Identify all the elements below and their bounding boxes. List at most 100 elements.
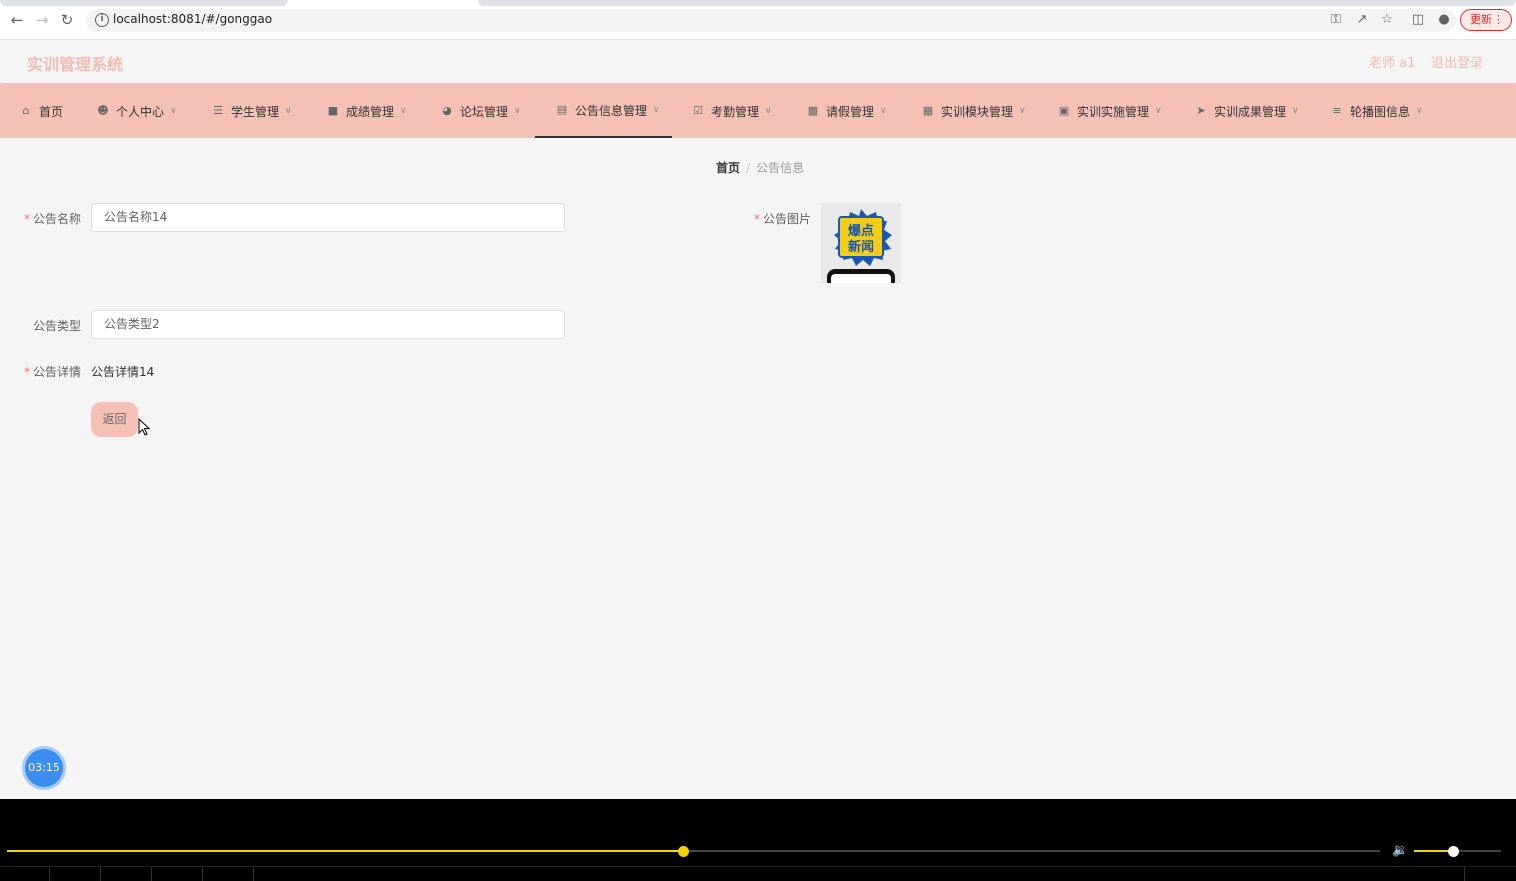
chevron-down-icon: ∨ [285,106,292,116]
more-icon: ⋮ [1493,13,1504,26]
timer-badge[interactable]: 03:15 [25,749,63,787]
menu-item-home[interactable]: ⌂ 首页 [19,84,64,138]
news-image-graphic: 爆点 新闻 [821,203,901,283]
required-mark: * [753,212,760,226]
sidebar-icon[interactable]: ◫ [1410,12,1426,28]
address-bar[interactable]: i localhost:8081/#/gonggao [86,9,1456,32]
chevron-down-icon: ∨ [514,106,521,116]
main-menu: ⌂ 首页 ☻ 个人中心 ∨ ☰ 学生管理 ∨ ■ 成绩管理 ∨ ◕ 论坛管理 ∨… [0,84,1516,138]
timeline-segment[interactable] [101,867,152,881]
progress-track[interactable] [7,850,1380,852]
app-page: 实训管理系统 老师 a1 退出登录 ⌂ 首页 ☻ 个人中心 ∨ ☰ 学生管理 ∨… [0,40,1516,799]
menu-item-label: 请假管理 [826,104,875,119]
progress-handle[interactable] [678,846,690,857]
star-icon[interactable]: ☆ [1379,12,1395,28]
menu-item-label: 首页 [39,104,64,119]
menu-item-label: 考勤管理 [711,104,760,119]
update-button[interactable]: 更新 ⋮ [1460,9,1512,31]
menu-item-label: 轮播图信息 [1350,104,1411,119]
label-text: 公告图片 [762,212,811,226]
compass-icon: ◕ [442,104,452,117]
chevron-down-icon: ∨ [880,106,887,116]
reload-icon[interactable]: ↻ [57,10,77,30]
menu-item-label: 实训成果管理 [1214,104,1287,119]
forward-arrow-icon[interactable]: → [32,10,52,30]
app-header: 实训管理系统 老师 a1 退出登录 [0,40,1516,83]
profile-icon[interactable]: ● [1436,12,1452,28]
notice-image-label: * 公告图片 [750,210,811,227]
mouse-cursor-icon [138,418,150,436]
volume-icon[interactable]: 🔉 [1392,843,1408,858]
volume-handle[interactable] [1447,846,1459,857]
chevron-down-icon: ∨ [765,106,772,116]
timeline-segment[interactable] [50,867,101,881]
breadcrumb-separator: / [746,161,751,175]
progress-fill [7,850,684,852]
menu-item-leave[interactable]: ▩ 请假管理 ∨ [806,84,887,138]
timeline-segment[interactable] [152,867,203,881]
notice-name-input[interactable]: 公告名称14 [91,203,565,232]
check-clipboard-icon: ☑ [693,104,703,117]
menu-item-attendance[interactable]: ☑ 考勤管理 ∨ [691,84,772,138]
breadcrumb-current: 公告信息 [756,161,805,175]
required-mark: * [23,212,30,226]
notice-detail-value: 公告详情14 [91,365,155,379]
menu-item-carousel[interactable]: ≡ 轮播图信息 ∨ [1330,84,1423,138]
chevron-down-icon: ∨ [1292,106,1299,116]
menu-item-label: 论坛管理 [460,104,509,119]
chevron-down-icon: ∨ [653,105,660,115]
menu-item-forum[interactable]: ◕ 论坛管理 ∨ [440,84,521,138]
notice-type-input[interactable]: 公告类型2 [91,310,565,339]
timeline-segment[interactable] [0,867,50,881]
url-text[interactable]: localhost:8081/#/gonggao [113,12,272,26]
update-label: 更新 [1470,13,1492,26]
system-title: 实训管理系统 [27,55,124,74]
share-icon[interactable]: ↗ [1354,12,1370,28]
back-button[interactable]: 返回 [91,402,138,437]
label-text: 公告详情 [32,365,81,379]
grid-icon: ▦ [922,104,934,117]
chevron-down-icon: ∨ [1155,106,1162,116]
chevron-down-icon: ∨ [1416,106,1423,116]
menu-item-label: 实训实施管理 [1077,104,1150,119]
menu-item-label: 公告信息管理 [575,103,648,118]
menu-item-students[interactable]: ☰ 学生管理 ∨ [211,84,292,138]
timeline-segment[interactable] [203,867,254,881]
current-user: 老师 a1 [1369,56,1416,71]
chevron-down-icon: ∨ [400,106,407,116]
breadcrumb: 首页 / 公告信息 [716,159,804,176]
menu-item-training-implementation[interactable]: ▣ 实训实施管理 ∨ [1057,84,1162,138]
menu-item-label: 学生管理 [231,104,280,119]
notice-detail-label: * 公告详情 [20,363,81,380]
notice-image[interactable]: 爆点 新闻 [821,203,901,283]
required-mark: * [23,365,30,379]
info-icon[interactable]: i [95,13,109,27]
menu-item-training-modules[interactable]: ▦ 实训模块管理 ∨ [921,84,1026,138]
briefcase-icon: ▩ [807,104,819,117]
menu-item-label: 个人中心 [116,104,165,119]
timeline-segment[interactable] [1464,867,1465,881]
suitcase-icon: ▣ [1058,104,1070,117]
list-icon: ☰ [213,104,223,117]
browser-toolbar: ← → ↻ i localhost:8081/#/gonggao ⚿ ↗ ☆ ◫… [0,0,1516,40]
video-player-controls: 🔉 [0,799,1516,881]
clipboard-icon: ▤ [556,103,568,116]
tab-strip-hint [478,0,1516,6]
key-icon[interactable]: ⚿ [1328,12,1344,28]
label-text: 公告名称 [32,212,81,226]
logout-link[interactable]: 退出登录 [1431,52,1483,71]
label-text: 公告类型 [32,319,81,333]
menu-item-personal-center[interactable]: ☻ 个人中心 ∨ [96,84,177,138]
back-arrow-icon[interactable]: ← [7,10,27,30]
chevron-down-icon: ∨ [1019,106,1026,116]
image-text-line1: 爆点 [848,223,874,239]
menu-item-notices[interactable]: ▤ 公告信息管理 ∨ [535,84,672,138]
chevron-down-icon: ∨ [170,106,177,116]
menu-item-label: 成绩管理 [346,104,395,119]
breadcrumb-home[interactable]: 首页 [716,161,740,175]
menu-item-grades[interactable]: ■ 成绩管理 ∨ [326,84,407,138]
user-icon: ☻ [97,104,109,117]
home-icon: ⌂ [22,104,30,117]
menu-item-training-results[interactable]: ➤ 实训成果管理 ∨ [1194,84,1299,138]
menu-icon: ≡ [1332,104,1342,117]
